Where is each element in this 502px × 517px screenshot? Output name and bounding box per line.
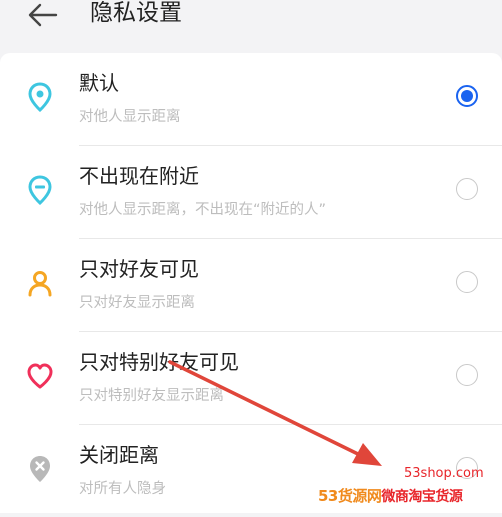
- option-label: 只对特别好友可见: [79, 350, 239, 374]
- option-label: 不出现在附近: [79, 164, 199, 188]
- person-icon: [28, 271, 52, 297]
- option-label: 关闭距离: [79, 443, 159, 467]
- radio-button[interactable]: [456, 364, 478, 386]
- location-pin-minus-icon: [28, 175, 52, 206]
- option-description: 对他人显示距离，不出现在“附近的人”: [79, 202, 327, 218]
- option-default[interactable]: 默认 对他人显示距离: [0, 53, 502, 145]
- option-description: 对他人显示距离: [79, 109, 181, 125]
- page-title: 隐私设置: [90, 0, 182, 26]
- radio-button-selected[interactable]: [456, 85, 478, 107]
- option-special-friends-only[interactable]: 只对特别好友可见 只对特别好友显示距离: [0, 332, 502, 424]
- watermark-brand-name: 53货源网: [318, 487, 382, 505]
- watermark-brand: 53货源网微商淘宝货源: [318, 485, 463, 506]
- location-pin-off-icon: [30, 456, 50, 482]
- watermark-domain: 53shop.com: [404, 466, 484, 481]
- radio-button[interactable]: [456, 271, 478, 293]
- option-label: 只对好友可见: [79, 257, 199, 281]
- option-not-in-nearby[interactable]: 不出现在附近 对他人显示距离，不出现在“附近的人”: [0, 146, 502, 238]
- option-label: 默认: [79, 71, 119, 95]
- radio-button[interactable]: [456, 178, 478, 200]
- watermark-tagline: 微商淘宝货源: [381, 489, 463, 505]
- heart-icon: [27, 363, 53, 389]
- option-description: 只对好友显示距离: [79, 295, 195, 311]
- back-arrow-icon[interactable]: [26, 2, 60, 28]
- option-description: 只对特别好友显示距离: [79, 388, 224, 404]
- option-friends-only[interactable]: 只对好友可见 只对好友显示距离: [0, 239, 502, 331]
- privacy-options-card: 默认 对他人显示距离 不出现在附近 对他人显示距离，不出现在“附近的人” 只对好…: [0, 53, 502, 513]
- app-header: 隐私设置: [0, 0, 502, 46]
- location-pin-icon: [28, 82, 52, 113]
- option-description: 对所有人隐身: [79, 481, 166, 497]
